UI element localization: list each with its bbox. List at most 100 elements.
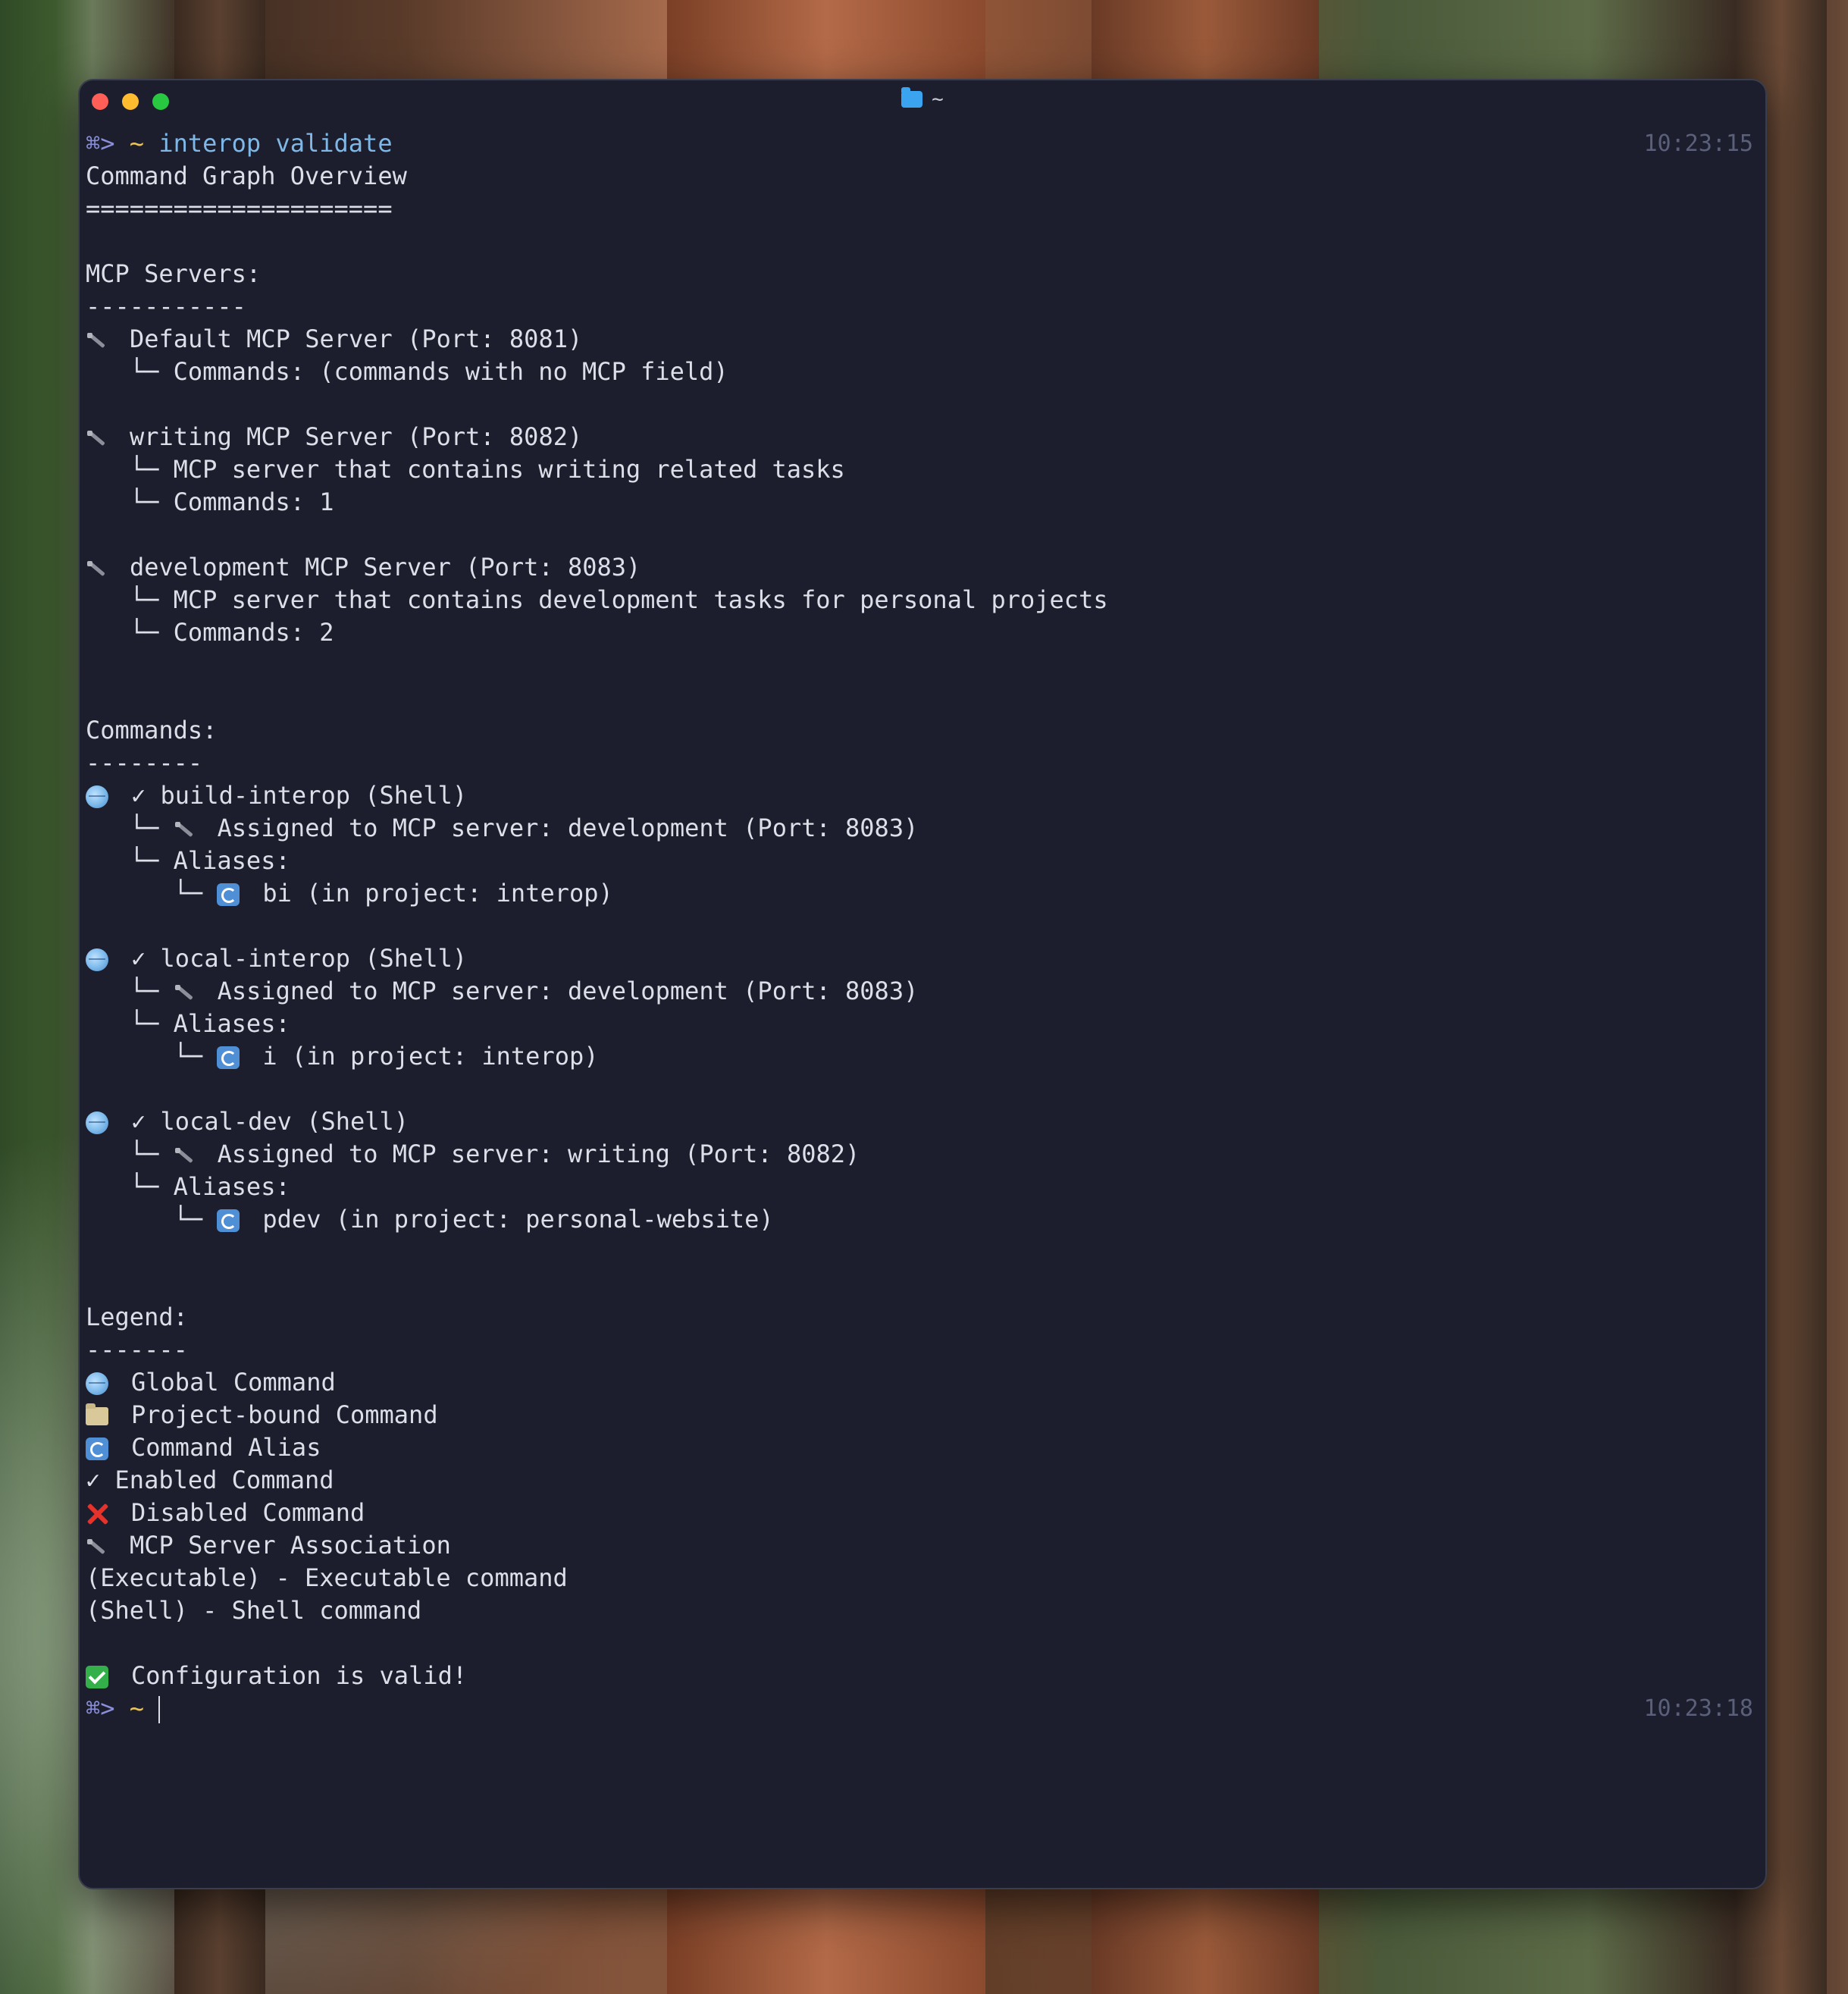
legend-item: (Shell) - Shell command [86, 1596, 422, 1625]
command-name: ✓ local-interop (Shell) [131, 944, 468, 973]
timestamp: 10:23:15 [1643, 130, 1754, 157]
command-text: interop validate [158, 129, 393, 158]
server-detail-text: Commands: 1 [173, 488, 334, 516]
window-title-text: ~ [932, 88, 944, 111]
terminal-output[interactable]: ⌘> ~ interop validate 10:23:15 Command Gr… [86, 127, 1765, 1725]
cycle-icon [217, 1209, 240, 1232]
server-detail-text: Commands: (commands with no MCP field) [173, 357, 728, 386]
cycle-icon [86, 1437, 108, 1460]
checkbox-icon [86, 1666, 108, 1688]
section-rule: ----------- [86, 292, 246, 321]
legend-text: Global Command [131, 1368, 336, 1397]
section-title: Commands: [86, 716, 218, 745]
result-text: Configuration is valid! [131, 1661, 468, 1690]
aliases-label: Aliases: [173, 846, 290, 875]
command-line: ⌘> ~ interop validate 10:23:15 [86, 127, 1765, 160]
server-detail: └─ Commands: (commands with no MCP field… [86, 356, 1765, 388]
plug-icon [86, 330, 107, 351]
server-detail: └─ MCP server that contains development … [86, 584, 1765, 616]
server-detail: └─ MCP server that contains writing rela… [86, 453, 1765, 486]
alias-line: └─ i (in project: interop) [86, 1040, 1765, 1073]
timestamp: 10:23:18 [1643, 1695, 1754, 1722]
server-title: Default MCP Server (Port: 8081) [86, 323, 1765, 356]
aliases-label: Aliases: [173, 1009, 290, 1038]
plug-icon [86, 428, 107, 449]
aliases-label: Aliases: [173, 1172, 290, 1201]
terminal-window[interactable]: ~ ⌘> ~ interop validate 10:23:15 Command … [78, 79, 1767, 1889]
server-detail: └─ Commands: 1 [86, 486, 1765, 519]
tree-branch: └─ [129, 488, 159, 516]
command-detail: └─ Assigned to MCP server: writing (Port… [86, 1138, 1765, 1171]
prompt-symbol: ⌘> [86, 129, 115, 158]
cycle-icon [217, 883, 240, 906]
section-rule: -------- [86, 748, 203, 777]
server-title-text: writing MCP Server (Port: 8082) [130, 422, 583, 451]
command-detail: └─ Aliases: [86, 845, 1765, 877]
cycle-icon [217, 1046, 240, 1069]
tree-branch: └─ [173, 879, 203, 908]
plug-icon [174, 819, 195, 840]
legend-item: Project-bound Command [86, 1399, 1765, 1431]
tree-branch: └─ [129, 1172, 159, 1201]
command-title: ✓ build-interop (Shell) [86, 779, 1765, 812]
tree-branch: └─ [129, 585, 159, 614]
heading-rule: ===================== [86, 194, 393, 223]
legend-text: Disabled Command [131, 1498, 365, 1527]
alias-text: pdev (in project: personal-website) [262, 1205, 774, 1234]
text-cursor [158, 1696, 161, 1723]
tree-branch: └─ [129, 846, 159, 875]
plug-icon [86, 558, 107, 579]
heading: Command Graph Overview [86, 161, 407, 190]
tree-branch: └─ [129, 618, 159, 647]
plug-icon [174, 1145, 195, 1166]
folder-icon [901, 87, 923, 108]
command-name: ✓ local-dev (Shell) [131, 1107, 409, 1136]
prompt-dir: ~ [129, 1694, 145, 1723]
tree-branch: └─ [129, 1140, 159, 1168]
section-rule: ------- [86, 1335, 188, 1364]
server-title: writing MCP Server (Port: 8082) [86, 421, 1765, 453]
server-detail-text: MCP server that contains development tas… [173, 585, 1108, 614]
tree-branch: └─ [129, 357, 159, 386]
tree-branch: └─ [173, 1042, 203, 1071]
command-name: ✓ build-interop (Shell) [131, 781, 468, 810]
command-assigned: Assigned to MCP server: development (Por… [217, 814, 919, 842]
legend-item: ✓ Enabled Command [86, 1466, 334, 1494]
command-detail: └─ Aliases: [86, 1171, 1765, 1203]
alias-text: i (in project: interop) [262, 1042, 599, 1071]
legend-item: MCP Server Association [86, 1529, 1765, 1562]
alias-text: bi (in project: interop) [262, 879, 613, 908]
plug-icon [174, 982, 195, 1003]
legend-item: Command Alias [86, 1431, 1765, 1464]
plug-icon [86, 1536, 107, 1557]
command-title: ✓ local-interop (Shell) [86, 942, 1765, 975]
legend-text: Command Alias [131, 1433, 321, 1462]
section-title: MCP Servers: [86, 259, 262, 288]
server-title-text: development MCP Server (Port: 8083) [130, 553, 641, 582]
x-icon [86, 1503, 108, 1525]
legend-item: Disabled Command [86, 1497, 1765, 1529]
tree-branch: └─ [129, 814, 159, 842]
globe-icon [86, 1111, 108, 1134]
tree-branch: └─ [129, 1009, 159, 1038]
server-title-text: Default MCP Server (Port: 8081) [130, 324, 583, 353]
prompt-line[interactable]: ⌘> ~ 10:23:18 [86, 1692, 1765, 1725]
alias-line: └─ pdev (in project: personal-website) [86, 1203, 1765, 1236]
title-bar: ~ [80, 80, 1765, 123]
globe-icon [86, 785, 108, 808]
legend-text: Project-bound Command [131, 1400, 438, 1429]
window-title: ~ [80, 87, 1765, 111]
alias-line: └─ bi (in project: interop) [86, 877, 1765, 910]
folder-icon [86, 1403, 108, 1425]
command-assigned: Assigned to MCP server: writing (Port: 8… [217, 1140, 860, 1168]
command-title: ✓ local-dev (Shell) [86, 1105, 1765, 1138]
server-detail-text: MCP server that contains writing related… [173, 455, 845, 484]
server-detail: └─ Commands: 2 [86, 616, 1765, 649]
